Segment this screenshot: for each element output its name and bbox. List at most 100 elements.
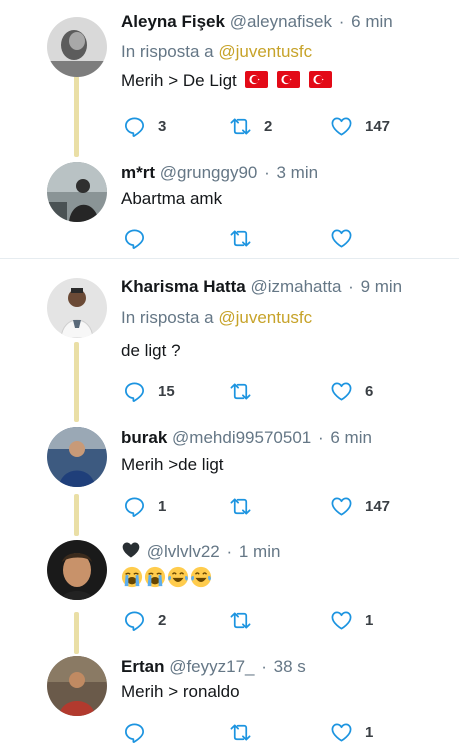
timestamp[interactable]: 9 min	[361, 277, 403, 296]
crying-face-emoji	[121, 566, 144, 589]
reply-context: In risposta a @juventusfc	[121, 41, 312, 63]
like-count: 147	[365, 117, 391, 135]
reply-prefix: In risposta a	[121, 42, 214, 61]
like-count: 6	[365, 382, 374, 400]
tweet[interactable]: Kharisma Hatta @izmahatta · 9 min In ris…	[0, 276, 459, 406]
reply-count: 3	[158, 117, 167, 135]
mention-link[interactable]: @juventusfc	[218, 42, 312, 61]
username[interactable]: @mehdi99570501	[172, 428, 311, 447]
tweet-actions: 1 147	[121, 493, 421, 519]
display-name[interactable]: Ertan	[121, 657, 164, 676]
reply-button[interactable]: 15	[123, 378, 175, 404]
like-button[interactable]	[330, 225, 365, 251]
retweet-icon	[230, 117, 251, 135]
reply-icon	[125, 610, 144, 631]
display-name[interactable]: m*rt	[121, 163, 155, 182]
reply-button[interactable]	[123, 225, 158, 251]
mention-link[interactable]: @juventusfc	[218, 308, 312, 327]
separator: ·	[338, 12, 345, 31]
avatar[interactable]	[47, 427, 107, 487]
crying-face-emoji	[144, 566, 167, 589]
reply-button[interactable]: 2	[123, 607, 166, 633]
username[interactable]: @grunggy90	[160, 163, 258, 182]
tweet-text	[121, 566, 213, 591]
tweet[interactable]: burak @mehdi99570501 · 6 min Merih >de l…	[0, 427, 459, 527]
tweet-header: Ertan @feyyz17_ · 38 s	[121, 656, 306, 678]
tweet[interactable]: Ertan @feyyz17_ · 38 s Merih > ronaldo 1	[0, 656, 459, 750]
separator: ·	[264, 163, 270, 182]
tweet-header: Aleyna Fişek @aleynafisek · 6 min	[121, 11, 393, 33]
separator: ·	[226, 542, 233, 561]
timestamp[interactable]: 1 min	[239, 542, 281, 561]
tweet-header: Kharisma Hatta @izmahatta · 9 min	[121, 276, 402, 298]
username[interactable]: @lvlvlv22	[147, 542, 220, 561]
retweet-icon	[230, 611, 251, 629]
heart-icon	[331, 228, 352, 248]
avatar[interactable]	[47, 656, 107, 716]
tweet[interactable]: @lvlvlv22 · 1 min 2 1	[0, 540, 459, 640]
avatar[interactable]	[47, 17, 107, 77]
reply-button[interactable]: 3	[123, 113, 166, 139]
reply-icon	[125, 722, 144, 743]
like-count: 1	[365, 723, 374, 741]
display-name[interactable]: Kharisma Hatta	[121, 277, 246, 296]
reply-count: 15	[158, 382, 175, 400]
retweet-icon	[230, 382, 251, 400]
tweet-header: @lvlvlv22 · 1 min	[121, 540, 280, 563]
tweet-actions: 2 1	[121, 607, 421, 633]
like-button[interactable]: 147	[330, 493, 390, 519]
retweet-button[interactable]	[229, 493, 264, 519]
timestamp[interactable]: 3 min	[277, 163, 319, 182]
heart-icon	[331, 496, 352, 516]
separator: ·	[348, 277, 354, 296]
reply-icon	[125, 496, 144, 517]
reply-button[interactable]	[123, 719, 158, 745]
retweet-icon	[230, 229, 251, 247]
retweet-count: 2	[264, 117, 273, 135]
reply-icon	[125, 116, 144, 137]
display-name[interactable]: Aleyna Fişek	[121, 12, 225, 31]
retweet-button[interactable]	[229, 378, 264, 404]
retweet-icon	[230, 497, 251, 515]
heart-icon	[331, 610, 352, 630]
username[interactable]: @feyyz17_	[169, 657, 254, 676]
like-button[interactable]: 6	[330, 378, 373, 404]
turkey-flag-icon	[308, 71, 332, 88]
tweet[interactable]: m*rt @grunggy90 · 3 min Abartma amk	[0, 162, 459, 252]
username[interactable]: @aleynafisek	[230, 12, 332, 31]
like-count: 147	[365, 497, 391, 515]
reply-count: 2	[158, 611, 167, 629]
reply-icon	[125, 228, 144, 249]
retweet-button[interactable]	[229, 225, 264, 251]
tweet-header: m*rt @grunggy90 · 3 min	[121, 162, 318, 184]
timestamp[interactable]: 6 min	[351, 12, 393, 31]
tweet-header: burak @mehdi99570501 · 6 min	[121, 427, 372, 449]
tweet-text: de ligt ?	[121, 341, 181, 360]
display-name[interactable]: burak	[121, 428, 167, 447]
retweet-icon	[230, 723, 251, 741]
tweet-text: Abartma amk	[121, 189, 223, 208]
tweet-actions: 15 6	[121, 378, 421, 404]
reply-icon	[125, 381, 144, 402]
username[interactable]: @izmahatta	[250, 277, 341, 296]
timestamp[interactable]: 38 s	[274, 657, 306, 676]
black-heart-emoji	[121, 542, 142, 561]
like-button[interactable]: 1	[330, 719, 373, 745]
tweet[interactable]: Aleyna Fişek @aleynafisek · 6 min In ris…	[0, 11, 459, 146]
retweet-button[interactable]: 2	[229, 113, 272, 139]
reply-button[interactable]: 1	[123, 493, 166, 519]
retweet-button[interactable]	[229, 607, 264, 633]
avatar[interactable]	[47, 540, 107, 600]
reply-count: 1	[158, 497, 167, 515]
retweet-button[interactable]	[229, 719, 264, 745]
tears-of-joy-emoji	[190, 566, 213, 589]
like-button[interactable]: 147	[330, 113, 390, 139]
like-button[interactable]: 1	[330, 607, 373, 633]
timestamp[interactable]: 6 min	[330, 428, 372, 447]
tears-of-joy-emoji	[167, 566, 190, 589]
tweet-text: Merih >de ligt	[121, 455, 224, 474]
heart-icon	[331, 722, 352, 742]
conversation-divider	[0, 258, 459, 259]
avatar[interactable]	[47, 278, 107, 338]
avatar[interactable]	[47, 162, 107, 222]
